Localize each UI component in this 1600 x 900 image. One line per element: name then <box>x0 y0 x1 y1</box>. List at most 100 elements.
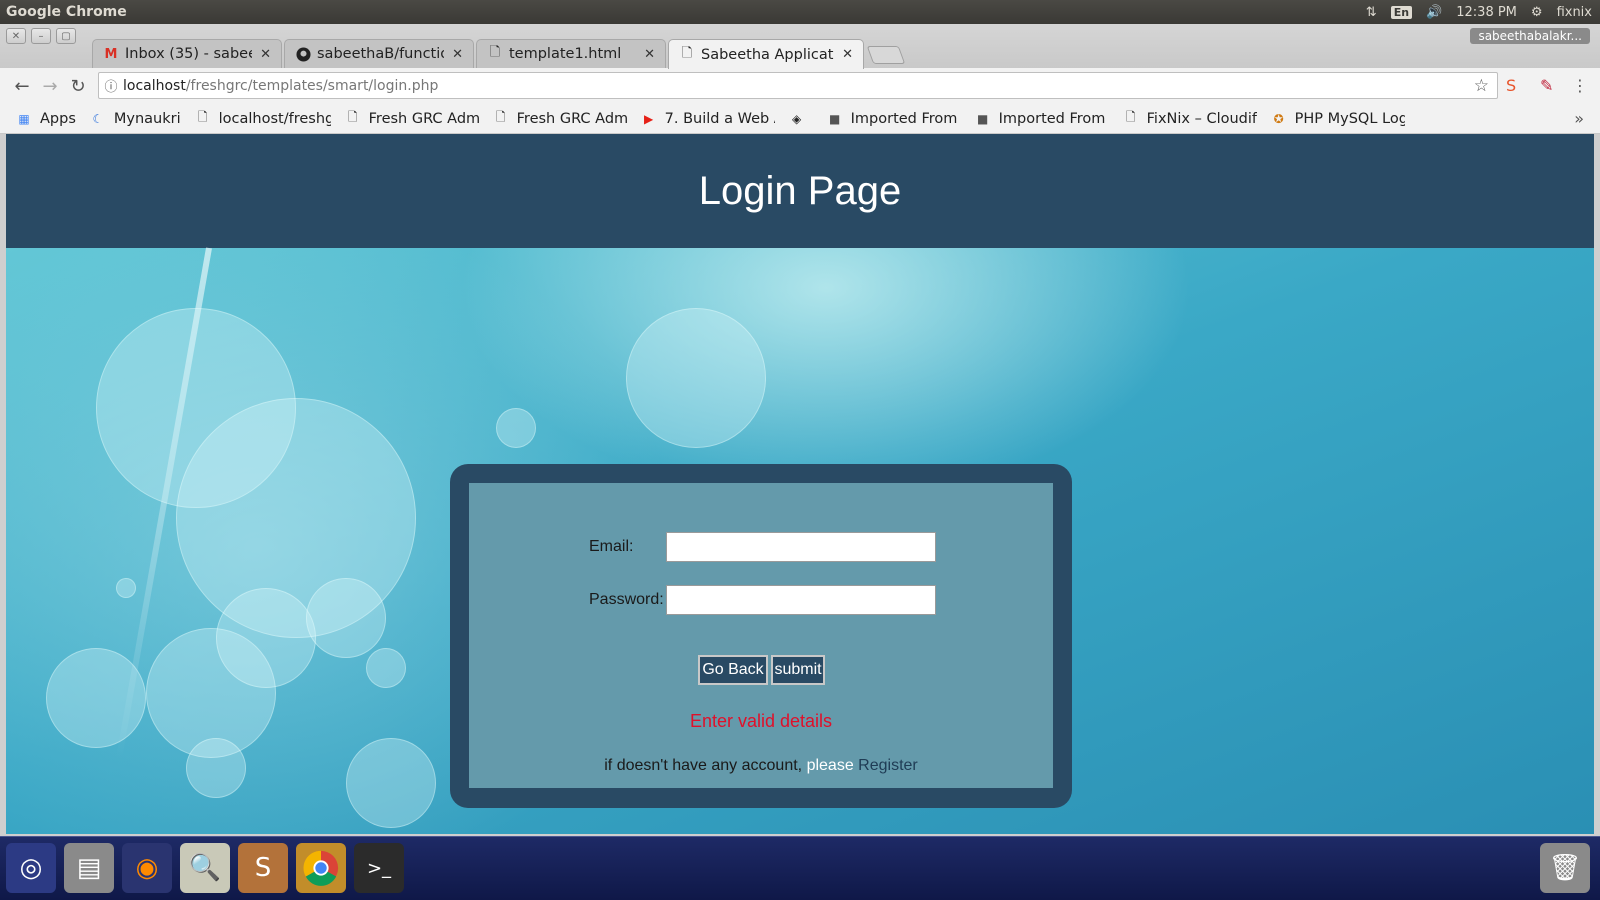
bookmark-label: Imported From I <box>998 110 1109 127</box>
page-background: Email: Password: Go Back submit Enter va… <box>6 247 1594 834</box>
background-bubble <box>186 738 246 798</box>
background-bubble <box>366 648 406 688</box>
email-field[interactable] <box>666 532 936 562</box>
register-prefix-text: if doesn't have any account, <box>604 757 803 774</box>
apps-grid-icon: ▦ <box>18 111 30 126</box>
page-icon: 🗋 <box>495 110 506 124</box>
register-link[interactable]: Register <box>858 757 918 774</box>
bookmark-php-mysql[interactable]: ✪ PHP MySQL Log <box>1271 111 1405 127</box>
tab-github[interactable]: sabeethaB/functior ✕ <box>284 39 474 68</box>
login-card: Email: Password: Go Back submit Enter va… <box>450 464 1072 808</box>
close-window-button[interactable]: ✕ <box>6 28 26 44</box>
tab-label: Sabeetha Applicatio <box>701 46 835 63</box>
bookmarks-overflow-icon[interactable]: » <box>1574 109 1584 128</box>
tab-sabeetha-application[interactable]: 🗋 Sabeetha Applicatio ✕ <box>668 39 864 69</box>
os-top-panel: Google Chrome ⇅ En 🔊 12:38 PM ⚙ fixnix <box>0 0 1600 24</box>
browser-toolbar: ← → ↻ ⓘ localhost/freshgrc/templates/sma… <box>0 68 1600 104</box>
bookmark-mynaukri[interactable]: ☾ Mynaukri <box>90 111 181 127</box>
bookmark-label: Fresh GRC Admi <box>516 110 627 127</box>
extension-tools-icon[interactable]: ✎ <box>1540 76 1553 95</box>
bookmark-star-icon[interactable]: ☆ <box>1474 76 1497 96</box>
tab-label: sabeethaB/functior <box>317 46 445 62</box>
forward-arrow-icon[interactable]: → <box>36 76 64 97</box>
github-icon <box>295 46 311 62</box>
background-bubble <box>46 648 146 748</box>
site-info-icon[interactable]: ⓘ <box>99 76 123 95</box>
register-please-text: please <box>806 757 854 774</box>
bookmark-diamond[interactable]: ◈ <box>789 111 813 127</box>
page-icon: 🗋 <box>1125 110 1136 124</box>
background-bubble <box>216 588 316 688</box>
tab-inbox[interactable]: M Inbox (35) - sabeeth ✕ <box>92 39 282 68</box>
bookmark-fixnix[interactable]: 🗋 FixNix – Cloudif <box>1123 110 1257 127</box>
background-bubble <box>116 578 136 598</box>
trash-icon[interactable]: 🗑 <box>1540 843 1590 893</box>
youtube-icon: ▶ <box>644 111 654 126</box>
ubuntu-launcher: ◎ ▤ ◉ 🔍 S >_ 🗑 <box>0 836 1600 900</box>
tab-close-icon[interactable]: ✕ <box>452 47 463 62</box>
sublime-text-icon[interactable]: S <box>238 843 288 893</box>
reload-icon[interactable]: ↻ <box>64 76 92 97</box>
chrome-icon[interactable] <box>296 843 346 893</box>
bookmark-folder-imported-2[interactable]: ■ Imported From I <box>975 111 1109 127</box>
image-viewer-icon[interactable]: 🔍 <box>180 843 230 893</box>
bookmark-label: PHP MySQL Log <box>1294 110 1405 127</box>
bookmark-build-web-app[interactable]: ▶ 7. Build a Web A <box>641 111 775 127</box>
terminal-icon[interactable]: >_ <box>354 843 404 893</box>
login-form: Email: Password: Go Back submit Enter va… <box>469 483 1053 788</box>
ubuntu-dash-icon[interactable]: ◎ <box>6 843 56 893</box>
profile-button[interactable]: sabeethabalakr... <box>1470 28 1590 44</box>
bookmark-label: Imported From I <box>850 110 961 127</box>
back-arrow-icon[interactable]: ← <box>8 76 36 97</box>
gmail-icon: M <box>104 46 118 62</box>
page-icon: 🗋 <box>489 45 501 60</box>
register-prompt: if doesn't have any account, please Regi… <box>469 757 1053 775</box>
background-bubble <box>626 308 766 448</box>
chrome-menu-icon[interactable]: ⋮ <box>1572 76 1588 95</box>
tab-label: Inbox (35) - sabeeth <box>125 46 252 62</box>
minimize-window-button[interactable]: – <box>31 28 51 44</box>
active-app-title: Google Chrome <box>6 4 127 20</box>
bookmark-fresh-grc-1[interactable]: 🗋 Fresh GRC Admi <box>345 110 479 127</box>
tab-close-icon[interactable]: ✕ <box>644 47 655 62</box>
volume-icon[interactable]: 🔊 <box>1426 5 1442 20</box>
password-field[interactable] <box>666 585 936 615</box>
bookmark-localhost[interactable]: 🗋 localhost/freshg <box>195 110 331 127</box>
tab-close-icon[interactable]: ✕ <box>260 47 271 62</box>
firefox-icon[interactable]: ◉ <box>122 843 172 893</box>
go-back-button[interactable]: Go Back <box>698 655 768 685</box>
browser-window: ✕ – ▢ sabeethabalakr... M Inbox (35) - s… <box>0 24 1600 836</box>
clock[interactable]: 12:38 PM <box>1456 5 1517 20</box>
page-viewport: Login Page Email: Password: Go Back subm… <box>6 134 1594 834</box>
naukri-icon: ☾ <box>92 111 104 126</box>
background-bubble <box>306 578 386 658</box>
settings-gear-icon[interactable]: ⚙ <box>1531 5 1543 20</box>
window-controls: ✕ – ▢ <box>6 28 76 44</box>
bookmark-label: 7. Build a Web A <box>664 110 775 127</box>
user-name[interactable]: fixnix <box>1557 5 1592 20</box>
folder-icon: ■ <box>828 111 841 126</box>
bookmark-fresh-grc-2[interactable]: 🗋 Fresh GRC Admi <box>493 110 627 127</box>
tab-close-icon[interactable]: ✕ <box>842 47 853 62</box>
submit-button[interactable]: submit <box>771 655 825 685</box>
page-header: Login Page <box>6 134 1594 248</box>
tab-strip: ✕ – ▢ sabeethabalakr... M Inbox (35) - s… <box>0 24 1600 69</box>
bookmark-folder-imported-1[interactable]: ■ Imported From I <box>827 111 961 127</box>
tab-template[interactable]: 🗋 template1.html ✕ <box>476 39 666 68</box>
maximize-window-button[interactable]: ▢ <box>56 28 76 44</box>
files-icon[interactable]: ▤ <box>64 843 114 893</box>
bookmark-apps[interactable]: ▦ Apps <box>16 111 76 127</box>
diamond-icon: ◈ <box>792 111 802 126</box>
php-icon: ✪ <box>1273 111 1284 126</box>
address-bar[interactable]: ⓘ localhost/freshgrc/templates/smart/log… <box>98 72 1498 99</box>
bookmark-label: FixNix – Cloudif <box>1146 110 1257 127</box>
page-icon: 🗋 <box>197 110 208 124</box>
new-tab-button[interactable] <box>866 46 906 64</box>
bookmark-label: localhost/freshg <box>218 110 331 127</box>
keyboard-layout-indicator[interactable]: En <box>1390 5 1413 19</box>
network-icon[interactable]: ⇅ <box>1366 5 1377 20</box>
password-label: Password: <box>589 591 664 608</box>
page-icon: 🗋 <box>681 45 693 61</box>
extension-icon[interactable]: S <box>1506 76 1516 95</box>
bookmark-label: Mynaukri <box>113 110 181 127</box>
